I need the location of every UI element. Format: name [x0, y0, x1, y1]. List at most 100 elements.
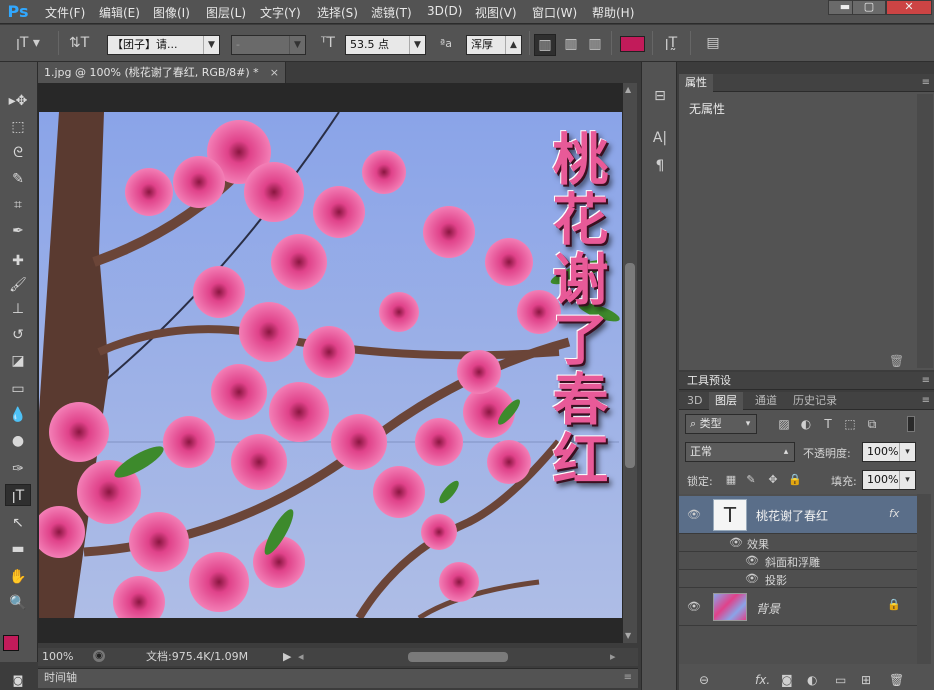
align-right-icon[interactable]: ▥	[584, 34, 606, 54]
tab-channels[interactable]: 通道	[749, 392, 783, 410]
character-panel-icon[interactable]: ▤	[702, 33, 724, 53]
panel-menu-icon[interactable]: ≡	[922, 392, 930, 410]
panel-menu-icon[interactable]: ≡	[624, 669, 632, 687]
warp-text-icon[interactable]: ꞁT̰	[660, 33, 682, 53]
healing-brush-tool-icon[interactable]: ✚	[5, 250, 31, 272]
opacity-input[interactable]: 100% ▾	[862, 442, 916, 462]
tab-tool-presets[interactable]: 工具预设	[681, 372, 737, 390]
timeline-panel-tab[interactable]: 时间轴 ≡	[38, 668, 638, 688]
canvas-area[interactable]: 桃花谢了春红	[38, 83, 623, 643]
font-family-select[interactable]: 【团子】请... ▼	[107, 35, 220, 55]
menu-type[interactable]: 文字(Y)	[260, 4, 301, 21]
blend-mode-select[interactable]: 正常 ▴	[685, 442, 795, 462]
layer-name[interactable]: 背景	[756, 600, 780, 617]
paragraph-panel-icon[interactable]: ¶	[650, 156, 670, 176]
filter-toggle[interactable]	[907, 416, 915, 432]
vertical-scrollbar[interactable]: ▲ ▼	[623, 83, 637, 643]
filter-adjustment-icon[interactable]: ◐	[797, 414, 815, 434]
lock-pixels-icon[interactable]: ✎	[743, 470, 759, 490]
effects-row[interactable]: 👁 效果	[679, 534, 917, 552]
tab-history[interactable]: 历史记录	[787, 392, 843, 410]
layer-filter-select[interactable]: ⌕ 类型 ▾	[685, 414, 757, 434]
menu-help[interactable]: 帮助(H)	[592, 4, 634, 21]
history-brush-tool-icon[interactable]: ↺	[5, 324, 31, 346]
panel-menu-icon[interactable]: ≡	[922, 372, 930, 390]
document-image[interactable]: 桃花谢了春红	[39, 112, 622, 618]
close-button[interactable]: ✕	[886, 0, 932, 15]
scroll-up-icon[interactable]: ▲	[625, 85, 631, 94]
status-expand-icon[interactable]: ▶	[283, 648, 291, 666]
scroll-right-icon[interactable]: ▸	[610, 648, 616, 666]
pen-tool-icon[interactable]: ✑	[5, 458, 31, 480]
type-tool-preset-icon[interactable]: ꞁT ▾	[14, 33, 42, 53]
filter-pixel-icon[interactable]: ▨	[775, 414, 793, 434]
blur-tool-icon[interactable]: 💧	[5, 404, 31, 426]
clone-stamp-tool-icon[interactable]: ⊥	[5, 298, 31, 320]
menu-filter[interactable]: 滤镜(T)	[371, 4, 412, 21]
new-group-icon[interactable]: ▭	[835, 673, 846, 687]
path-select-tool-icon[interactable]: ↖	[5, 512, 31, 534]
history-panel-icon[interactable]: ⊟	[650, 86, 670, 106]
filter-smart-object-icon[interactable]: ⧉	[863, 414, 881, 434]
menu-layer[interactable]: 图层(L)	[206, 4, 246, 21]
menu-view[interactable]: 视图(V)	[475, 4, 517, 21]
align-center-icon[interactable]: ▥	[560, 34, 582, 54]
zoom-tool-icon[interactable]: 🔍	[5, 592, 31, 614]
horizontal-scroll-thumb[interactable]	[408, 652, 508, 662]
quick-select-tool-icon[interactable]: ✎	[5, 168, 31, 190]
brush-tool-icon[interactable]: 🖌	[5, 274, 31, 296]
effect-row-bevel[interactable]: 👁 斜面和浮雕	[679, 552, 917, 570]
layers-scrollbar[interactable]	[917, 494, 931, 664]
type-tool-icon[interactable]: ꞁT	[5, 484, 31, 506]
visibility-eye-icon[interactable]: 👁	[687, 508, 701, 522]
lock-position-icon[interactable]: ✥	[765, 470, 781, 490]
gradient-tool-icon[interactable]: ▭	[5, 378, 31, 400]
lock-transparent-icon[interactable]: ▦	[723, 470, 739, 490]
delete-layer-icon[interactable]: 🗑	[889, 673, 904, 687]
shape-tool-icon[interactable]: ▬	[5, 538, 31, 560]
layer-row-text[interactable]: 👁 T 桃花谢了春红 fx	[679, 496, 917, 534]
vertical-scroll-thumb[interactable]	[625, 263, 635, 468]
add-layer-style-icon[interactable]: fx.	[755, 673, 770, 687]
layer-name[interactable]: 桃花谢了春红	[756, 507, 828, 524]
toggle-orientation-icon[interactable]: ⇅T	[68, 33, 90, 53]
menu-select[interactable]: 选择(S)	[317, 4, 358, 21]
filter-type-icon[interactable]: T	[819, 414, 837, 434]
eyedropper-tool-icon[interactable]: ✒	[5, 220, 31, 242]
panel-scrollbar[interactable]	[917, 94, 933, 368]
close-tab-icon[interactable]: ×	[270, 62, 279, 83]
scroll-left-icon[interactable]: ◂	[298, 648, 304, 666]
menu-image[interactable]: 图像(I)	[153, 4, 190, 21]
status-menu-icon[interactable]: ◉	[93, 650, 105, 662]
font-style-select[interactable]: - ▼	[231, 35, 306, 55]
move-tool-icon[interactable]: ▸✥	[5, 90, 31, 112]
menu-file[interactable]: 文件(F)	[45, 4, 85, 21]
tab-3d[interactable]: 3D	[681, 392, 708, 410]
lasso-tool-icon[interactable]: ᘓ	[5, 142, 31, 164]
trash-icon[interactable]: 🗑	[889, 354, 904, 368]
tab-properties[interactable]: 属性	[679, 74, 713, 92]
maximize-button[interactable]: ▢	[852, 0, 886, 15]
eraser-tool-icon[interactable]: ◪	[5, 350, 31, 372]
scroll-down-icon[interactable]: ▼	[625, 631, 631, 640]
lock-all-icon[interactable]: 🔒	[787, 470, 803, 490]
fx-badge[interactable]: fx	[889, 507, 899, 520]
document-tab[interactable]: 1.jpg @ 100% (桃花谢了春红, RGB/8#) * ×	[38, 62, 286, 83]
text-color-swatch[interactable]	[620, 36, 645, 52]
visibility-eye-icon[interactable]: 👁	[687, 600, 701, 614]
align-left-icon[interactable]: ▥	[534, 34, 556, 56]
menu-3d[interactable]: 3D(D)	[427, 4, 462, 18]
filter-shape-icon[interactable]: ⬚	[841, 414, 859, 434]
zoom-level[interactable]: 100%	[42, 648, 73, 666]
quick-mask-icon[interactable]: ◙	[5, 670, 31, 690]
add-mask-icon[interactable]: ◙	[781, 673, 793, 687]
tab-layers[interactable]: 图层	[709, 392, 743, 410]
marquee-tool-icon[interactable]: ⬚	[5, 116, 31, 138]
visibility-eye-icon[interactable]: 👁	[745, 554, 759, 568]
hand-tool-icon[interactable]: ✋	[5, 566, 31, 588]
layer-row-background[interactable]: 👁 背景 🔒	[679, 590, 917, 626]
vertical-text-layer[interactable]: 桃花谢了春红	[535, 130, 609, 490]
new-layer-icon[interactable]: ⊞	[861, 673, 871, 687]
effect-row-drop-shadow[interactable]: 👁 投影	[679, 570, 917, 588]
fill-input[interactable]: 100% ▾	[862, 470, 916, 490]
